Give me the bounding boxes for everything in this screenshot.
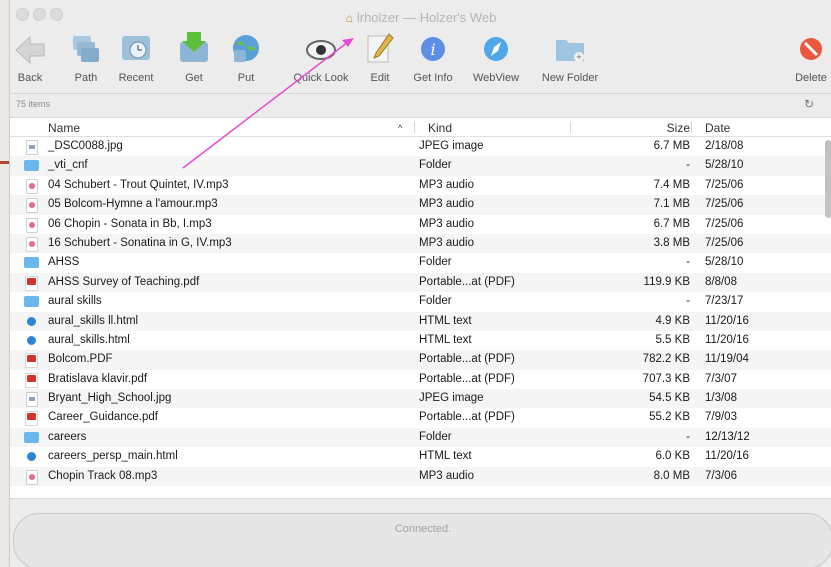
annotation-arrow xyxy=(182,38,354,169)
